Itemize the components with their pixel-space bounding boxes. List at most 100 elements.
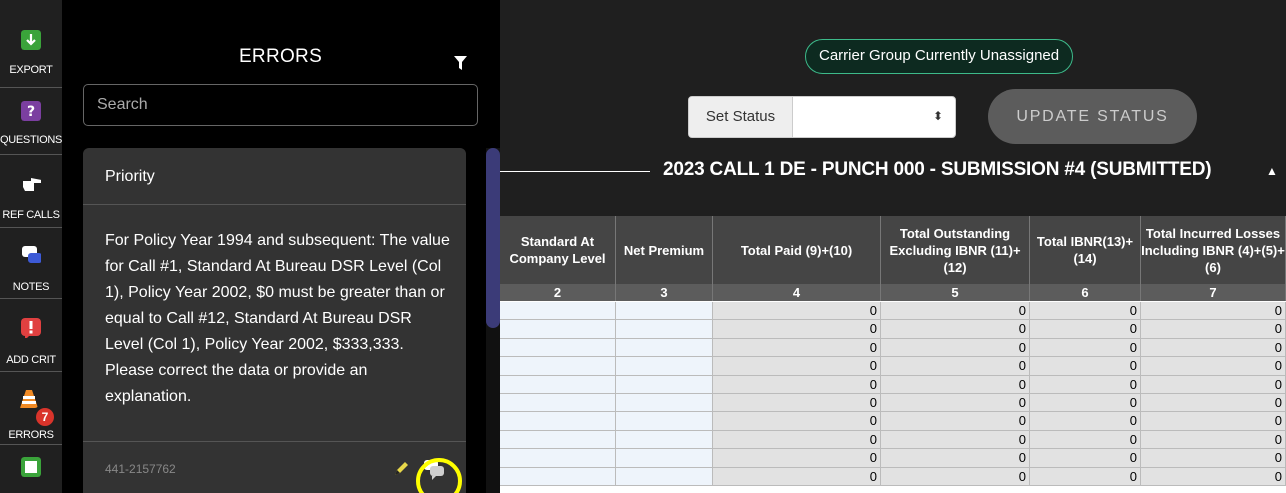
filter-icon[interactable] bbox=[454, 56, 467, 70]
table-cell[interactable]: 0 bbox=[881, 449, 1030, 468]
table-cell[interactable]: 0 bbox=[1141, 412, 1286, 431]
table-cell[interactable] bbox=[616, 394, 713, 413]
table-cell[interactable] bbox=[616, 467, 713, 486]
errors-button[interactable]: 7 ERRORS bbox=[0, 372, 62, 444]
app-root: EXPORT ? QUESTIONS REF CALLS NOTES ADD C… bbox=[0, 0, 1286, 493]
table-cell[interactable]: 0 bbox=[1141, 467, 1286, 486]
column-header[interactable]: Total Outstanding Excluding IBNR (11)+(1… bbox=[881, 216, 1030, 284]
table-cell[interactable]: 0 bbox=[881, 467, 1030, 486]
table-cell[interactable] bbox=[616, 357, 713, 376]
error-card: Priority For Policy Year 1994 and subseq… bbox=[83, 148, 466, 493]
table-cell[interactable] bbox=[500, 338, 616, 358]
table-cell[interactable]: 0 bbox=[881, 430, 1030, 450]
table-cell[interactable]: 0 bbox=[881, 302, 1030, 321]
table-cell[interactable] bbox=[500, 449, 616, 468]
table-cell[interactable] bbox=[616, 375, 713, 394]
table-cell[interactable] bbox=[616, 302, 713, 321]
collapse-caret-icon[interactable]: ▲ bbox=[1266, 164, 1278, 178]
table-cell[interactable]: 0 bbox=[1030, 412, 1141, 431]
table-cell[interactable]: 0 bbox=[881, 357, 1030, 376]
table-cell[interactable]: 0 bbox=[881, 412, 1030, 431]
table-cell[interactable]: 0 bbox=[1030, 430, 1141, 450]
table-cell[interactable]: 0 bbox=[1141, 302, 1286, 321]
priority-label: Priority bbox=[105, 168, 155, 185]
chat-bubbles-icon bbox=[22, 246, 41, 263]
scrollbar-thumb[interactable] bbox=[486, 148, 500, 328]
ref-calls-button[interactable]: REF CALLS bbox=[0, 155, 62, 227]
table-cell[interactable]: 0 bbox=[1030, 467, 1141, 486]
column-header[interactable]: Total IBNR(13)+(14) bbox=[1030, 216, 1141, 284]
column-number: 3 bbox=[616, 284, 713, 301]
table-cell[interactable] bbox=[500, 430, 616, 450]
errors-panel-title: ERRORS bbox=[238, 46, 323, 67]
table-cell[interactable]: 0 bbox=[1141, 430, 1286, 450]
table-cell[interactable]: 0 bbox=[1141, 449, 1286, 468]
table-cell[interactable] bbox=[616, 320, 713, 339]
set-status-select[interactable]: Set Status ⬍ bbox=[688, 96, 956, 138]
table-cell[interactable] bbox=[500, 302, 616, 321]
table-cell[interactable]: 0 bbox=[713, 467, 881, 486]
svg-text:?: ? bbox=[27, 104, 35, 120]
table-cell[interactable]: 0 bbox=[713, 394, 881, 413]
questions-label: QUESTIONS bbox=[0, 134, 63, 146]
column-header[interactable]: Net Premium bbox=[616, 216, 713, 284]
errors-label: ERRORS bbox=[8, 429, 54, 441]
column-number: 4 bbox=[713, 284, 881, 301]
table-cell[interactable]: 0 bbox=[1141, 320, 1286, 339]
table-cell[interactable]: 0 bbox=[713, 430, 881, 450]
notes-label: NOTES bbox=[12, 281, 50, 293]
table-cell[interactable]: 0 bbox=[713, 338, 881, 358]
table-cell[interactable]: 0 bbox=[713, 412, 881, 431]
table-cell[interactable]: 0 bbox=[881, 320, 1030, 339]
grid-column: Total Incurred Losses Including IBNR (4)… bbox=[1141, 216, 1286, 493]
table-cell[interactable]: 0 bbox=[881, 338, 1030, 358]
column-header[interactable]: Total Paid (9)+(10) bbox=[713, 216, 881, 284]
table-cell[interactable]: 0 bbox=[1030, 338, 1141, 358]
column-header[interactable]: Standard At Company Level bbox=[500, 216, 616, 284]
table-cell[interactable] bbox=[500, 394, 616, 413]
table-cell[interactable]: 0 bbox=[1141, 357, 1286, 376]
table-cell[interactable]: 0 bbox=[1141, 375, 1286, 394]
table-cell[interactable]: 0 bbox=[881, 375, 1030, 394]
table-cell[interactable]: 0 bbox=[713, 375, 881, 394]
divider bbox=[500, 171, 650, 172]
table-cell[interactable]: 0 bbox=[1141, 338, 1286, 358]
column-number: 7 bbox=[1141, 284, 1286, 301]
table-cell[interactable]: 0 bbox=[1030, 320, 1141, 339]
table-cell[interactable]: 0 bbox=[1141, 394, 1286, 413]
error-count-badge: 7 bbox=[36, 408, 54, 426]
table-cell[interactable]: 0 bbox=[1030, 375, 1141, 394]
table-cell[interactable]: 0 bbox=[1030, 449, 1141, 468]
table-cell[interactable]: 0 bbox=[1030, 357, 1141, 376]
export-button[interactable]: EXPORT bbox=[0, 0, 62, 86]
grid-column: Standard At Company Level 2 bbox=[500, 216, 616, 493]
table-cell[interactable] bbox=[616, 412, 713, 431]
export-label: EXPORT bbox=[9, 64, 53, 76]
search-input[interactable] bbox=[83, 84, 478, 126]
grid-column: Net Premium 3 bbox=[616, 216, 713, 493]
table-cell[interactable]: 0 bbox=[881, 394, 1030, 413]
table-cell[interactable]: 0 bbox=[713, 320, 881, 339]
table-cell[interactable]: 0 bbox=[713, 357, 881, 376]
submission-title[interactable]: 2023 CALL 1 DE - PUNCH 000 - SUBMISSION … bbox=[663, 159, 1212, 181]
table-cell[interactable]: 0 bbox=[713, 449, 881, 468]
extra-tool-button[interactable] bbox=[0, 445, 62, 493]
table-cell[interactable]: 0 bbox=[1030, 394, 1141, 413]
update-status-button[interactable]: UPDATE STATUS bbox=[988, 89, 1197, 144]
table-cell[interactable] bbox=[500, 357, 616, 376]
table-cell[interactable]: 0 bbox=[1030, 302, 1141, 321]
table-cell[interactable] bbox=[500, 375, 616, 394]
notes-button[interactable]: NOTES bbox=[0, 228, 62, 298]
add-crit-button[interactable]: ADD CRIT bbox=[0, 299, 62, 371]
table-cell[interactable] bbox=[616, 449, 713, 468]
pencil-icon[interactable] bbox=[393, 459, 411, 477]
grid-column: Total IBNR(13)+(14) 6 0 0 0 0 0 0 0 0 0 0 bbox=[1030, 216, 1141, 493]
column-header[interactable]: Total Incurred Losses Including IBNR (4)… bbox=[1141, 216, 1286, 284]
table-cell[interactable]: 0 bbox=[713, 302, 881, 321]
questions-button[interactable]: ? QUESTIONS bbox=[0, 88, 62, 154]
table-cell[interactable] bbox=[616, 430, 713, 450]
table-cell[interactable] bbox=[500, 320, 616, 339]
table-cell[interactable] bbox=[500, 467, 616, 486]
table-cell[interactable] bbox=[616, 338, 713, 358]
table-cell[interactable] bbox=[500, 412, 616, 431]
